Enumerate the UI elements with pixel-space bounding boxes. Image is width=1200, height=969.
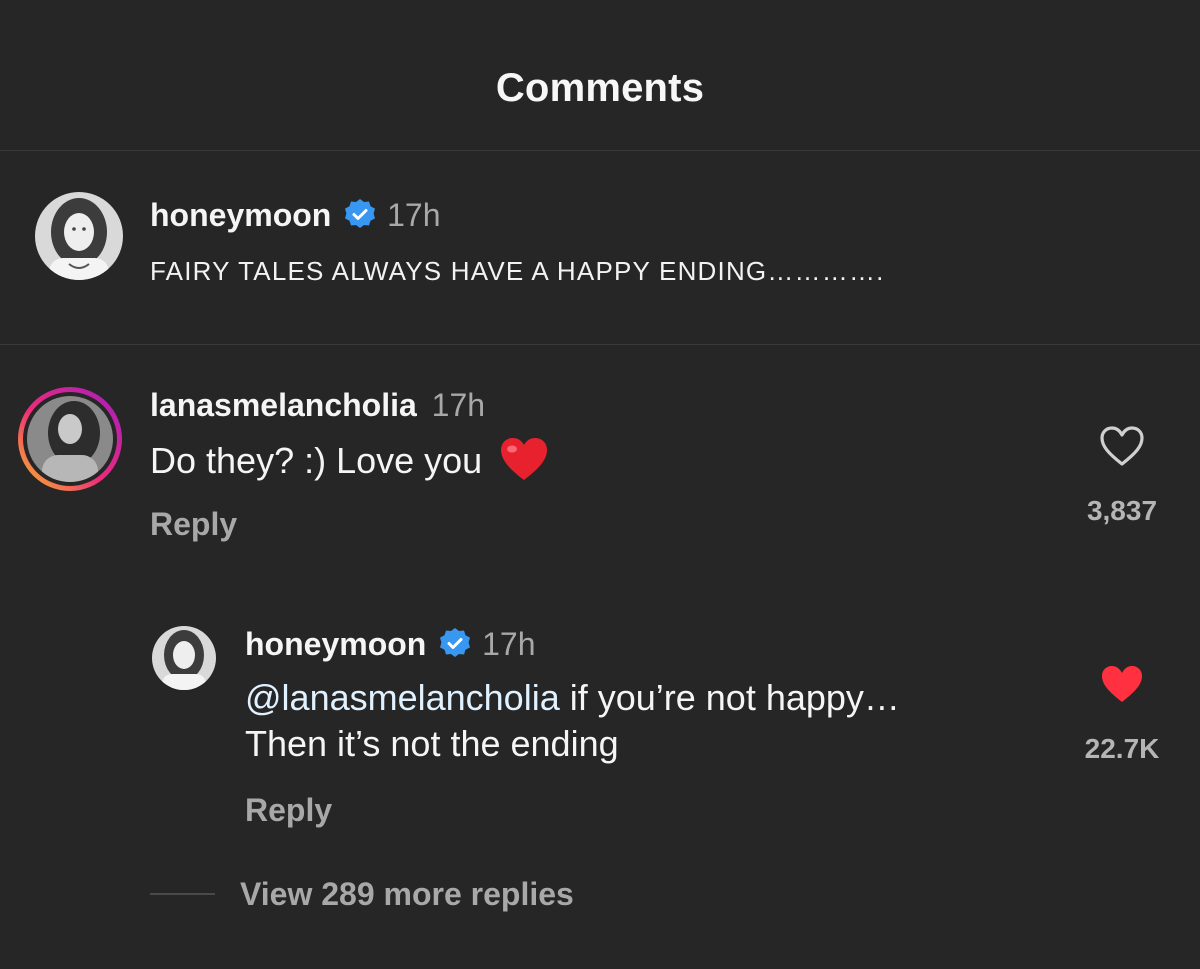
comment-header-line: lanasmelancholia 17h — [150, 387, 485, 424]
comment-text-line: Do they? :) Love you — [150, 437, 548, 490]
comment-text: Do they? :) Love you — [150, 440, 483, 482]
heart-outline-icon — [1100, 426, 1144, 466]
comment-username[interactable]: lanasmelancholia — [150, 387, 417, 423]
heart-filled-icon — [1102, 666, 1142, 702]
reply-time: 17h — [482, 626, 536, 662]
page-title: Comments — [495, 66, 705, 110]
caption-username[interactable]: honeymoon — [150, 197, 331, 233]
like-button[interactable] — [1100, 664, 1144, 704]
reply-text-line-2: Then it’s not the ending — [245, 723, 619, 764]
comment-reply-button[interactable]: Reply — [150, 506, 237, 543]
caption-time: 17h — [387, 197, 441, 233]
reply-reply-button[interactable]: Reply — [245, 792, 332, 829]
reply-header-line: honeymoon 17h — [245, 626, 536, 667]
view-more-replies-button[interactable]: View 289 more replies — [240, 876, 574, 913]
reply-username[interactable]: honeymoon — [245, 626, 426, 662]
post-caption: honeymoon 17h FAIRY TALES ALWAYS HAVE A … — [0, 151, 1200, 345]
like-button[interactable] — [1098, 424, 1146, 468]
verified-badge-icon — [439, 627, 471, 667]
reply-text-line-1: @lanasmelancholia if you’re not happy… — [245, 677, 900, 719]
caption-header-line: honeymoon 17h — [150, 197, 441, 238]
reply-text-1: if you’re not happy… — [559, 677, 900, 718]
avatar-image — [152, 626, 216, 690]
comment-like-count: 3,837 — [1086, 495, 1158, 526]
caption-text: FAIRY TALES ALWAYS HAVE A HAPPY ENDING……… — [150, 256, 885, 286]
view-more-divider — [150, 893, 215, 895]
avatar[interactable] — [152, 626, 216, 690]
verified-badge-icon — [344, 198, 376, 238]
avatar-image — [18, 387, 122, 491]
avatar[interactable] — [35, 192, 123, 280]
red-heart-emoji-icon — [500, 437, 548, 490]
reply-like-count: 22.7K — [1084, 733, 1160, 764]
avatar-image — [35, 192, 123, 280]
comment-time: 17h — [431, 387, 486, 423]
comments-header: Comments — [0, 0, 1200, 151]
story-ring-avatar[interactable] — [16, 385, 124, 493]
mention-link[interactable]: @lanasmelancholia — [245, 677, 560, 718]
